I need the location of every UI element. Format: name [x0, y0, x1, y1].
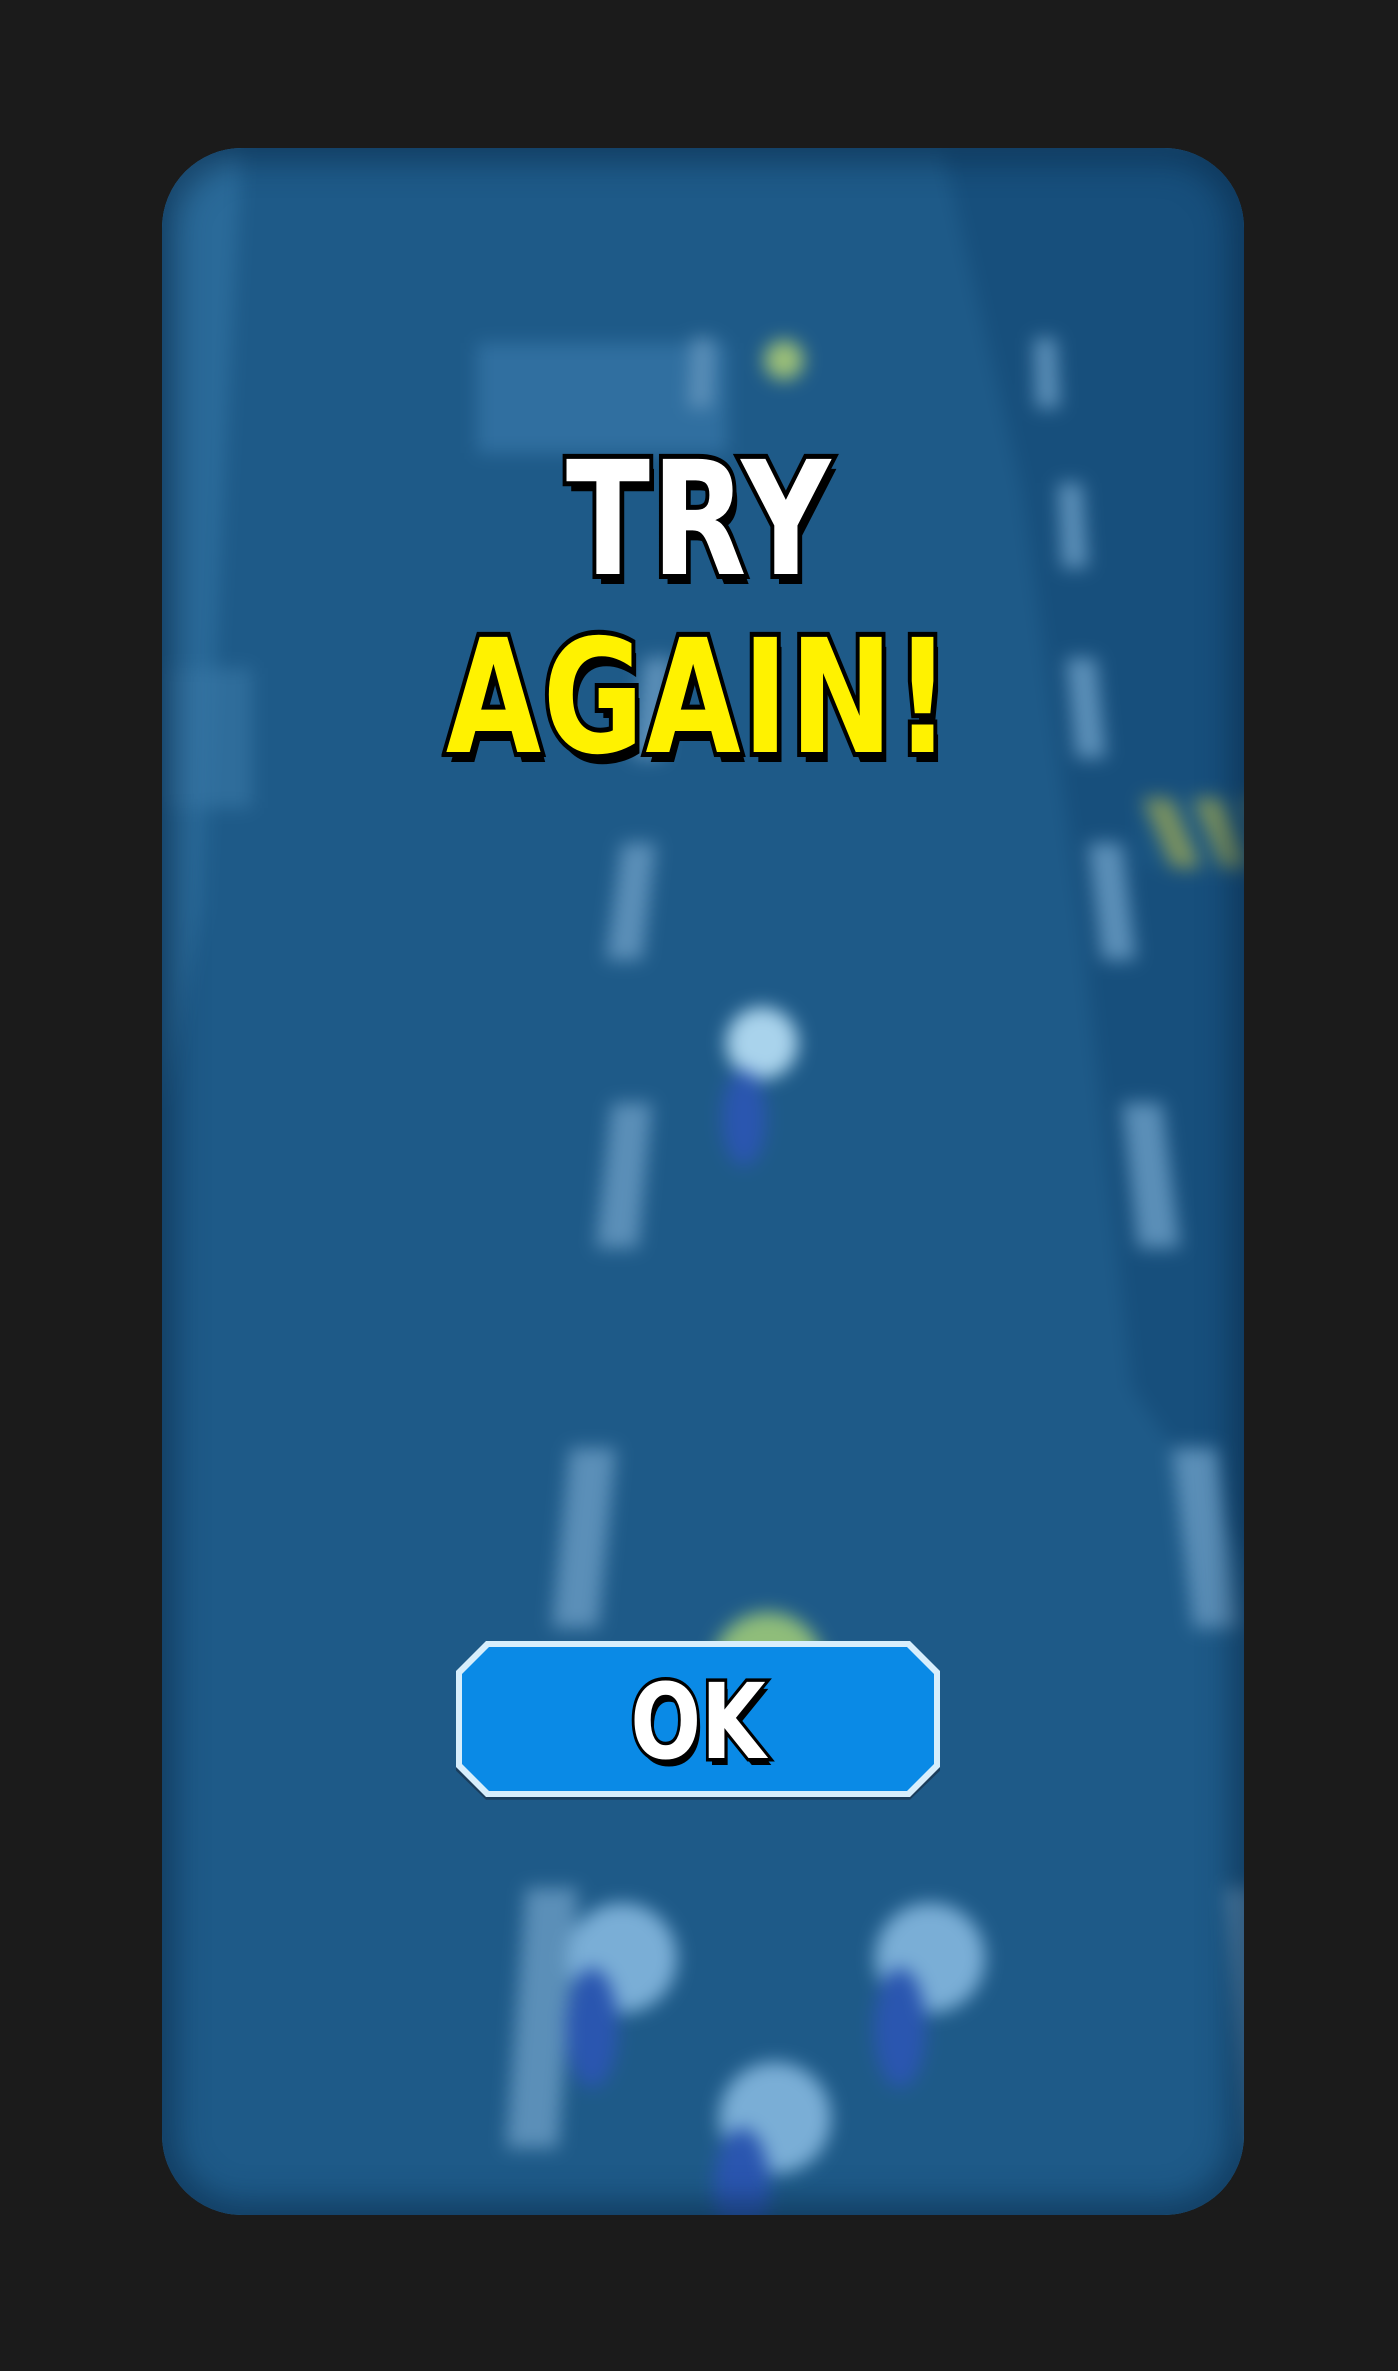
ok-button[interactable]: OK — [456, 1641, 940, 1803]
ok-button-label: OK — [628, 1658, 769, 1787]
headline-line-again: AGAIN! — [442, 606, 955, 790]
game-screen: TRY AGAIN! OK — [0, 0, 1398, 2371]
headline-line-try: TRY — [562, 428, 834, 612]
